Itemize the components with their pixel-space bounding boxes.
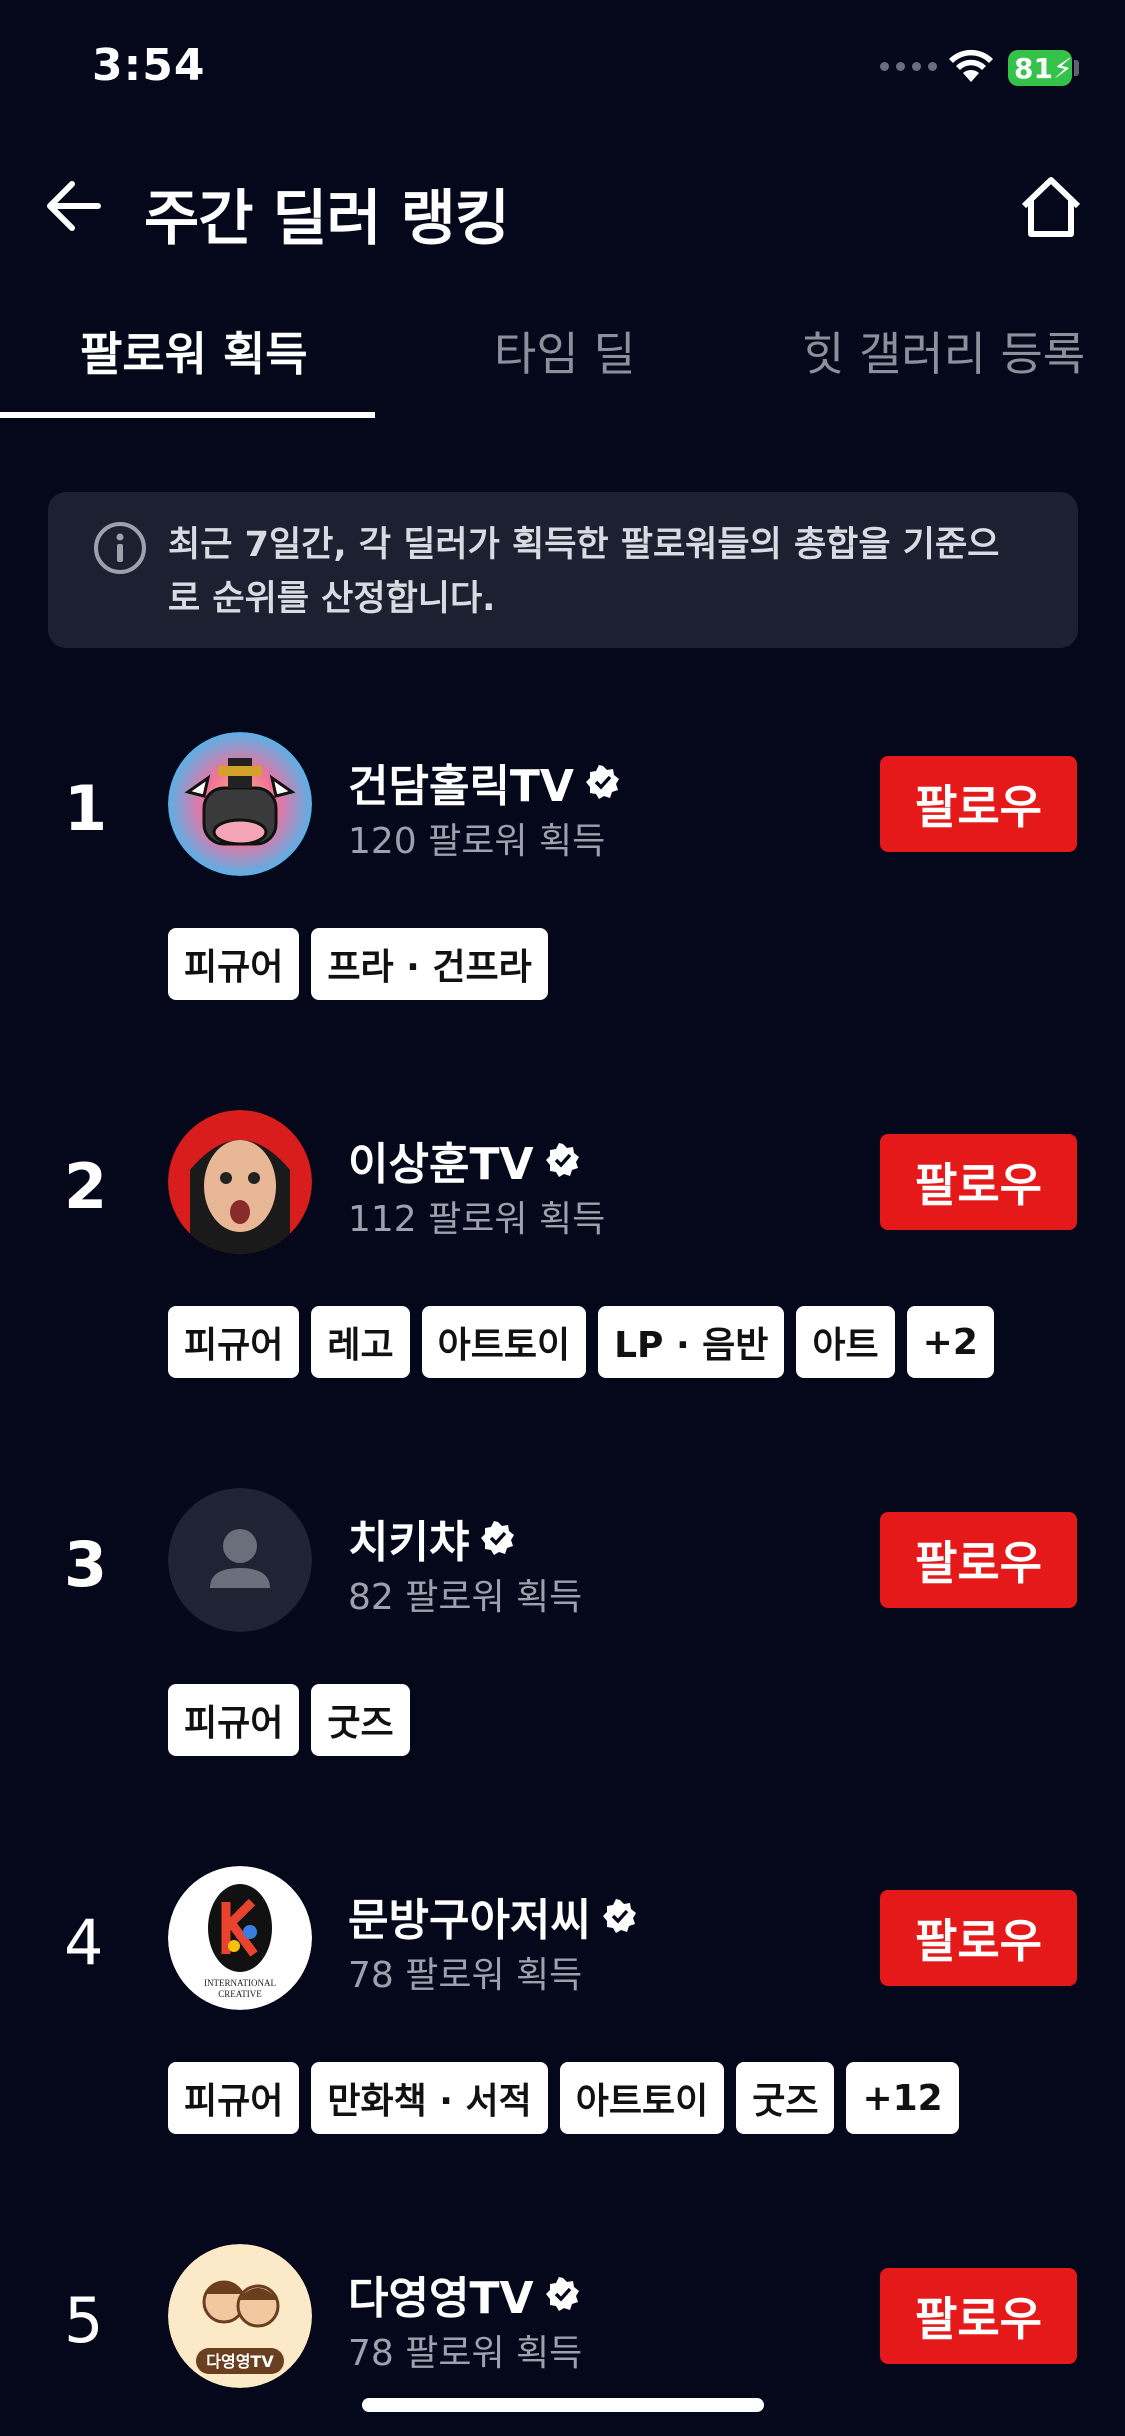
verified-badge-icon [545, 2277, 579, 2311]
category-tag[interactable]: 피규어 [168, 1306, 300, 1378]
category-tag[interactable]: 피규어 [168, 2062, 300, 2134]
category-tag[interactable]: 아트 [796, 1306, 895, 1378]
avatar[interactable]: 다영영TV [168, 2244, 312, 2388]
home-indicator[interactable] [362, 2398, 764, 2412]
battery-level: 81 [1014, 51, 1053, 85]
category-tag[interactable]: LP · 음반 [598, 1306, 785, 1378]
default-avatar[interactable] [168, 1488, 312, 1632]
ranking-item-2: 2 이상훈TV 112 팔로워 획득 팔로우 피규어 레고 아트토이 LP · … [0, 1110, 1125, 1470]
dealer-name[interactable]: 문방구아저씨 [348, 1884, 637, 1948]
category-tag[interactable]: 프라 · 건프라 [311, 928, 548, 1000]
tab-follower-gain[interactable]: 팔로워 획득 [80, 318, 308, 384]
dealer-name[interactable]: 치키챠 [348, 1506, 515, 1570]
app-header: 주간 딜러 랭킹 [0, 160, 1125, 254]
battery-icon: 81 ⚡ [1008, 50, 1073, 86]
info-icon [94, 522, 146, 574]
category-tags: 피규어 만화책 · 서적 아트토이 굿즈 +12 [168, 2062, 959, 2134]
category-tag[interactable]: 아트토이 [421, 1306, 587, 1378]
dealer-name-text: 문방구아저씨 [348, 1895, 591, 1946]
rank-number: 3 [64, 1528, 108, 1601]
category-tag[interactable]: 레고 [311, 1306, 410, 1378]
follow-button[interactable]: 팔로우 [880, 1512, 1077, 1608]
avatar[interactable] [168, 732, 312, 876]
rank-number: 5 [64, 2284, 104, 2357]
dealer-name[interactable]: 건담홀릭TV [348, 750, 620, 814]
page-title: 주간 딜러 랭킹 [144, 184, 510, 254]
follower-count: 82 팔로워 획득 [348, 1577, 583, 1618]
dealer-name[interactable]: 이상훈TV [348, 1128, 580, 1192]
avatar[interactable] [168, 1110, 312, 1254]
follower-count: 120 팔로워 획득 [348, 821, 606, 862]
verified-badge-icon [586, 765, 619, 799]
category-tags: 피규어 굿즈 [168, 1684, 410, 1756]
verified-badge-icon [545, 1143, 579, 1177]
avatar-logo-text: 다영영TV [206, 2352, 274, 2371]
dealer-name[interactable]: 다영영TV [348, 2262, 580, 2326]
rank-number: 4 [64, 1906, 104, 1979]
dealer-name-text: 이상훈TV [348, 1139, 534, 1190]
category-tag[interactable]: 굿즈 [311, 1684, 410, 1756]
follow-button[interactable]: 팔로우 [880, 1134, 1077, 1230]
info-text: 최근 7일간, 각 딜러가 획득한 팔로워들의 총합을 기준으로 순위를 산정합… [168, 525, 1000, 619]
avatar[interactable]: INTERNATIONAL CREATIVE [168, 1866, 312, 2010]
verified-badge-icon [481, 1521, 515, 1555]
back-arrow-icon[interactable] [42, 178, 102, 234]
signal-icon [880, 62, 937, 71]
status-bar: 3:54 81 ⚡ [0, 0, 1125, 140]
avatar-logo-text: INTERNATIONAL [204, 1978, 276, 1988]
ranking-item-5: 5 다영영TV 다영영TV 78 팔로워 획득 팔로우 [0, 2244, 1125, 2394]
category-tags: 피규어 레고 아트토이 LP · 음반 아트 +2 [168, 1306, 994, 1378]
category-tags: 피규어 프라 · 건프라 [168, 928, 548, 1000]
dealer-name-text: 건담홀릭TV [348, 761, 574, 812]
rank-number: 2 [64, 1150, 108, 1223]
tab-hit-gallery[interactable]: 힛 갤러리 등록 [802, 318, 1085, 384]
follow-button[interactable]: 팔로우 [880, 2268, 1077, 2364]
home-icon[interactable] [1018, 174, 1084, 240]
active-tab-indicator [0, 412, 375, 418]
ranking-item-3: 3 치키챠 82 팔로워 획득 팔로우 피규어 굿즈 [0, 1488, 1125, 1848]
tab-bar: 팔로워 획득 타임 딜 힛 갤러리 등록 [0, 300, 1125, 420]
category-tag[interactable]: 피규어 [168, 928, 300, 1000]
ranking-item-4: 4 INTERNATIONAL CREATIVE 문방구아저씨 78 팔로워 획… [0, 1866, 1125, 2226]
more-tags-badge[interactable]: +12 [846, 2062, 959, 2134]
category-tag[interactable]: 아트토이 [559, 2062, 725, 2134]
battery-tip [1074, 60, 1079, 76]
dealer-name-text: 치키챠 [348, 1517, 470, 1568]
category-tag[interactable]: 굿즈 [736, 2062, 835, 2134]
follower-count: 78 팔로워 획득 [348, 2333, 583, 2374]
status-time: 3:54 [92, 40, 206, 91]
verified-badge-icon [602, 1899, 636, 1933]
category-tag[interactable]: 만화책 · 서적 [311, 2062, 548, 2134]
avatar-logo-text: CREATIVE [218, 1989, 262, 1999]
dealer-name-text: 다영영TV [348, 2273, 534, 2324]
ranking-item-1: 1 건담홀릭TV 120 팔로워 획득 팔로우 피규어 프라 · 건프라 [0, 732, 1125, 1092]
follow-button[interactable]: 팔로우 [880, 1890, 1077, 1986]
follower-count: 112 팔로워 획득 [348, 1199, 606, 1240]
tab-time-deal[interactable]: 타임 딜 [494, 318, 636, 384]
info-notice: 최근 7일간, 각 딜러가 획득한 팔로워들의 총합을 기준으로 순위를 산정합… [48, 492, 1078, 648]
wifi-icon [949, 49, 993, 82]
rank-number: 1 [64, 772, 108, 845]
category-tag[interactable]: 피규어 [168, 1684, 300, 1756]
follow-button[interactable]: 팔로우 [880, 756, 1077, 852]
more-tags-badge[interactable]: +2 [906, 1306, 994, 1378]
follower-count: 78 팔로워 획득 [348, 1955, 583, 1996]
